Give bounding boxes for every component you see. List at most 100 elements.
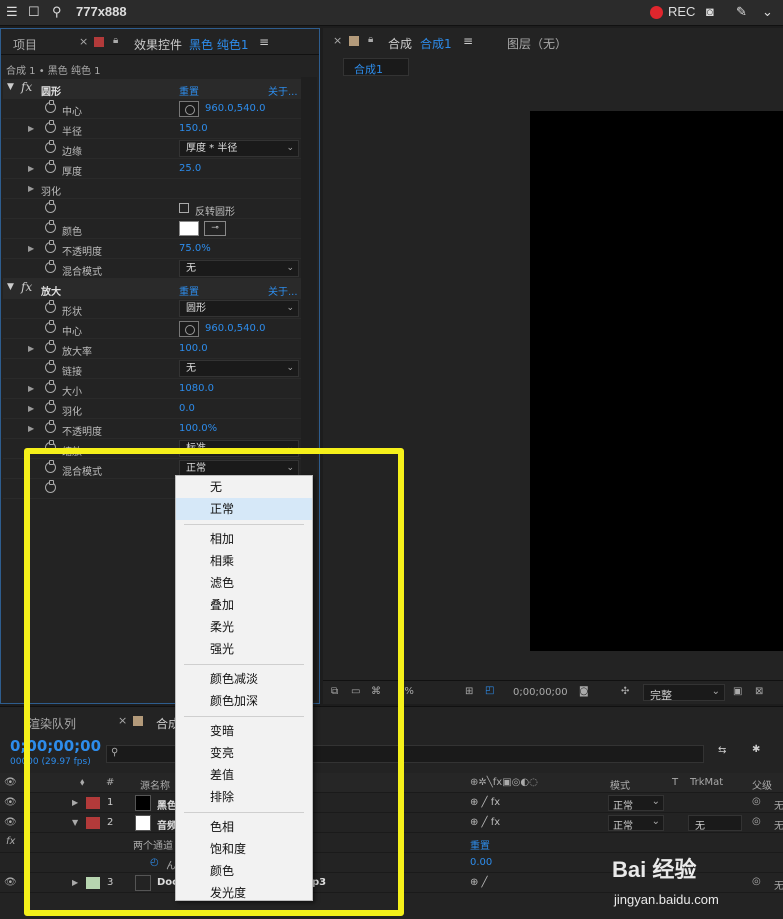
layer-mode-dropdown[interactable]: 正常 ⌄ — [608, 815, 664, 832]
property-dropdown[interactable]: 无 ⌄ — [179, 260, 299, 277]
grid-icon[interactable]: ⊠ — [755, 686, 763, 697]
stopwatch-icon[interactable] — [45, 360, 56, 373]
color-swatch[interactable] — [179, 221, 199, 236]
tab-composition-name[interactable]: 合成1 — [420, 35, 452, 52]
stopwatch-icon[interactable] — [45, 140, 56, 153]
effect-reset-link[interactable]: 重置 — [179, 83, 199, 98]
parent-value[interactable]: 无 — [774, 797, 783, 812]
twirl-open-icon[interactable]: ▼ — [7, 282, 14, 292]
property-value[interactable]: 960.0,540.0 — [205, 323, 265, 334]
twirl-closed-icon[interactable]: ▶ — [28, 124, 34, 133]
property-value[interactable]: 25.0 — [179, 163, 201, 174]
fx-icon[interactable]: fx — [21, 280, 32, 294]
eye-icon[interactable]: 👁︎ — [4, 877, 17, 888]
twirl-closed-icon[interactable]: ▶ — [28, 164, 34, 173]
composition-canvas[interactable] — [530, 111, 783, 651]
property-value[interactable]: 960.0,540.0 — [205, 103, 265, 114]
twirl-closed-icon[interactable]: ▶ — [28, 344, 34, 353]
close-tab-icon[interactable]: × — [333, 34, 342, 47]
viewer-timecode[interactable]: 0;00;00;00 — [513, 687, 568, 698]
eye-icon[interactable]: 👁︎ — [4, 777, 17, 788]
stopwatch-icon[interactable] — [45, 320, 56, 333]
lock-icon[interactable]: 🔒︎ — [113, 35, 118, 46]
twirl-closed-icon[interactable]: ▶ — [28, 424, 34, 433]
search-icon[interactable]: ⚲ — [52, 4, 62, 20]
comp-subtab[interactable]: 合成1 — [343, 58, 409, 76]
composition-flowchart-icon[interactable]: ⇆ — [718, 745, 726, 756]
region-of-interest-icon[interactable]: ▣ — [733, 686, 742, 697]
twirl-closed-icon[interactable]: ▶ — [28, 244, 34, 253]
parent-value[interactable]: 无 — [774, 817, 783, 832]
close-tab-icon[interactable]: × — [79, 35, 88, 48]
property-dropdown[interactable]: 圆形 ⌄ — [179, 300, 299, 317]
rec-label[interactable]: REC — [668, 4, 695, 19]
parent-pickwhip-icon[interactable]: ◎ — [752, 796, 761, 807]
resolution-dropdown[interactable]: 完整 ⌄ — [643, 684, 725, 702]
effect-reset-link[interactable]: 重置 — [470, 837, 490, 852]
layer-switches-icons[interactable]: ⊕ ╱ fx — [470, 797, 500, 808]
panel-menu-icon[interactable]: ≡ — [259, 35, 269, 49]
tab-effect-layer-name[interactable]: 黑色 纯色1 — [189, 36, 248, 53]
twirl-closed-icon[interactable]: ▶ — [28, 404, 34, 413]
twirl-closed-icon[interactable]: ▶ — [28, 384, 34, 393]
lock-icon[interactable]: 🔒︎ — [368, 34, 373, 45]
property-value[interactable]: 100.0 — [179, 343, 208, 354]
layer-mode-dropdown[interactable]: 正常 ⌄ — [608, 795, 664, 812]
eyedropper-icon[interactable]: ⊸ — [204, 221, 226, 236]
stopwatch-icon[interactable] — [45, 380, 56, 393]
effect-header[interactable]: ▼ fx 放大 重置 关于... — [3, 279, 301, 299]
channels-icon[interactable]: ✣ — [621, 686, 629, 697]
parent-value[interactable]: 无 — [774, 877, 783, 892]
dropdown-chevron-icon[interactable]: ⌄ — [762, 4, 773, 20]
hamburger-menu-icon[interactable]: ☰ — [6, 4, 18, 20]
tab-effect-controls[interactable]: 效果控件 — [134, 36, 182, 53]
property-dropdown[interactable]: 厚度 * 半径 ⌄ — [179, 140, 299, 157]
window-icon[interactable]: ☐ — [28, 4, 40, 20]
eye-icon[interactable]: 👁︎ — [4, 797, 17, 808]
layer-switches-icons[interactable]: ⊕ ╱ fx — [470, 817, 500, 828]
effect-about-link[interactable]: 关于... — [268, 283, 298, 298]
stopwatch-icon[interactable] — [45, 400, 56, 413]
crosshair-icon[interactable] — [179, 101, 199, 117]
stopwatch-icon[interactable] — [45, 160, 56, 173]
property-value[interactable]: 150.0 — [179, 123, 208, 134]
tab-project[interactable]: 项目 — [13, 36, 37, 53]
stopwatch-icon[interactable] — [45, 420, 56, 433]
stopwatch-icon[interactable] — [45, 220, 56, 233]
stopwatch-icon[interactable] — [45, 200, 56, 213]
effect-about-link[interactable]: 关于... — [268, 83, 298, 98]
twirl-closed-icon[interactable]: ▶ — [28, 184, 34, 193]
property-value[interactable]: 1080.0 — [179, 383, 214, 394]
fx-icon[interactable]: fx — [6, 836, 15, 847]
property-value[interactable]: 0.00 — [470, 857, 492, 868]
draft-3d-icon[interactable]: ✱ — [752, 744, 760, 755]
stopwatch-icon[interactable] — [45, 340, 56, 353]
tab-layer[interactable]: 图层（无） — [507, 35, 567, 52]
trkmat-dropdown[interactable]: 无 — [688, 815, 742, 832]
property-value[interactable]: 75.0% — [179, 243, 211, 254]
transparency-grid-icon[interactable]: ◰ — [485, 685, 494, 696]
twirl-open-icon[interactable]: ▼ — [7, 82, 14, 92]
checkbox[interactable] — [179, 203, 189, 213]
crosshair-icon[interactable] — [179, 321, 199, 337]
record-icon[interactable] — [650, 6, 663, 19]
panel-menu-icon[interactable]: ≡ — [463, 34, 473, 48]
stopwatch-icon[interactable] — [45, 100, 56, 113]
stopwatch-icon[interactable] — [45, 300, 56, 313]
property-value[interactable]: 0.0 — [179, 403, 195, 414]
tab-composition[interactable]: 合成 — [388, 35, 412, 52]
stopwatch-icon[interactable] — [45, 120, 56, 133]
layer-switches-icons[interactable]: ⊕ ╱ — [470, 877, 488, 888]
property-value[interactable]: 100.0% — [179, 423, 217, 434]
fx-icon[interactable]: fx — [21, 80, 32, 94]
property-dropdown[interactable]: 无 ⌄ — [179, 360, 299, 377]
eye-icon[interactable]: 👁︎ — [4, 817, 17, 828]
parent-pickwhip-icon[interactable]: ◎ — [752, 816, 761, 827]
stopwatch-icon[interactable] — [45, 260, 56, 273]
effect-header[interactable]: ▼ fx 圆形 重置 关于... — [3, 79, 301, 99]
camera-icon[interactable]: ◙ — [706, 4, 714, 19]
stopwatch-icon[interactable] — [45, 240, 56, 253]
effect-reset-link[interactable]: 重置 — [179, 283, 199, 298]
region-icon[interactable]: ⊞ — [465, 686, 473, 697]
snapshot-icon[interactable]: ◙ — [579, 686, 589, 697]
